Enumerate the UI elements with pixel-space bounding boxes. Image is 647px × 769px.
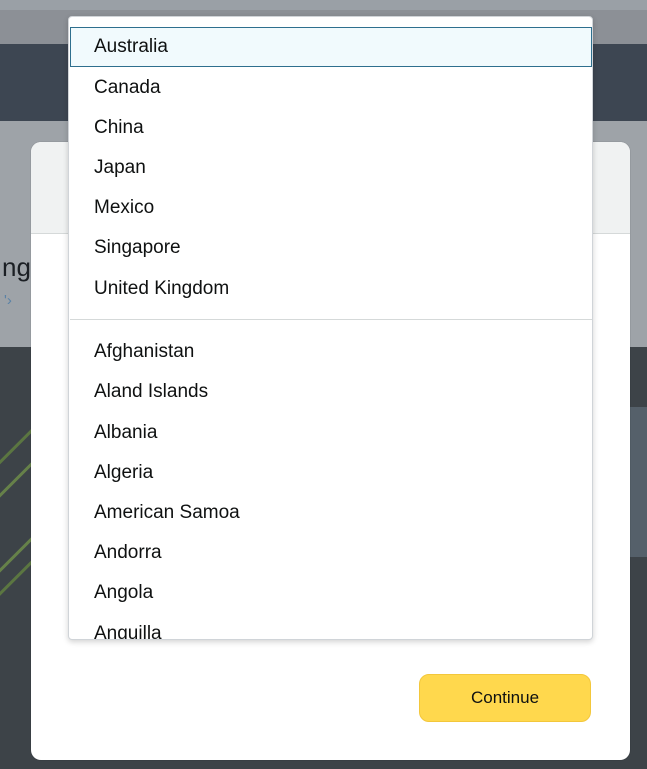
banner-keyboard-image — [627, 407, 647, 557]
country-option-united-kingdom[interactable]: United Kingdom — [70, 269, 592, 309]
partial-link: '› — [4, 292, 12, 309]
country-option-aland-islands[interactable]: Aland Islands — [70, 372, 592, 412]
top-bar — [0, 0, 647, 10]
country-option-mexico[interactable]: Mexico — [70, 188, 592, 228]
country-option-canada[interactable]: Canada — [70, 68, 592, 108]
country-option-japan[interactable]: Japan — [70, 148, 592, 188]
country-option-singapore[interactable]: Singapore — [70, 228, 592, 268]
country-option-american-samoa[interactable]: American Samoa — [70, 493, 592, 533]
country-option-australia[interactable]: Australia — [70, 27, 592, 67]
country-option-afghanistan[interactable]: Afghanistan — [70, 332, 592, 372]
country-option-angola[interactable]: Angola — [70, 573, 592, 613]
country-option-albania[interactable]: Albania — [70, 413, 592, 453]
partial-heading: ng — [2, 252, 31, 282]
country-dropdown-list[interactable]: Australia Canada China Japan Mexico Sing… — [68, 16, 593, 640]
country-option-algeria[interactable]: Algeria — [70, 453, 592, 493]
country-option-anguilla[interactable]: Anguilla — [70, 614, 592, 639]
continue-button[interactable]: Continue — [419, 674, 591, 722]
country-option-andorra[interactable]: Andorra — [70, 533, 592, 573]
list-divider — [70, 319, 592, 320]
country-option-china[interactable]: China — [70, 108, 592, 148]
